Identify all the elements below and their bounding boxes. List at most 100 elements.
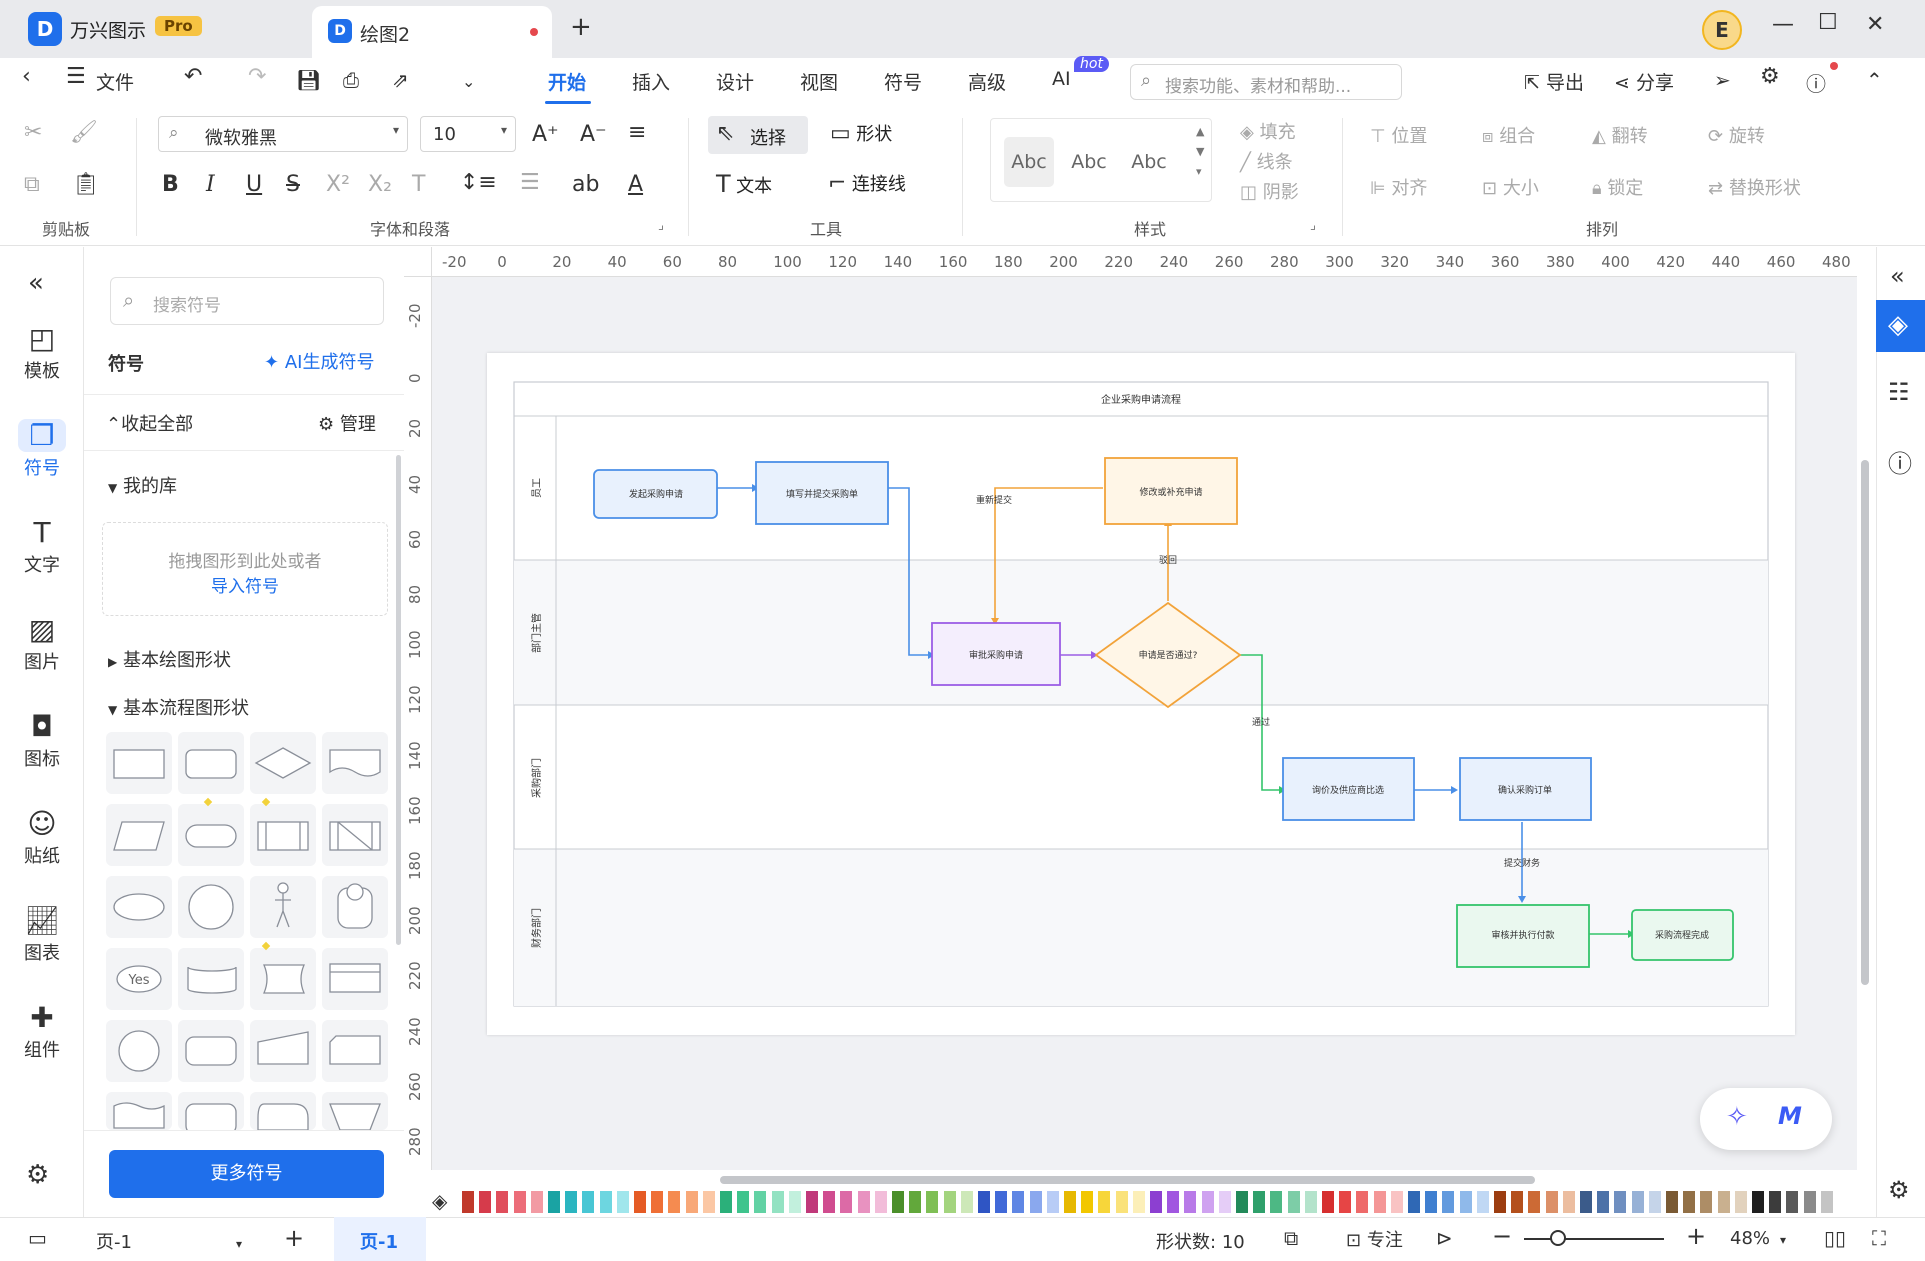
zoom-out-button[interactable]: − (1492, 1222, 1512, 1250)
basic-flow-section[interactable]: ▼ 基本流程图形状 (108, 694, 249, 720)
color-swatch[interactable] (840, 1191, 853, 1213)
rotate-button[interactable]: ⟳ 旋转 (1708, 122, 1765, 148)
text-highlight-icon[interactable]: ab (572, 172, 599, 197)
shadow-button[interactable]: ◫ 阴影 (1240, 178, 1299, 204)
color-swatch[interactable] (1734, 1191, 1747, 1213)
cut-icon[interactable]: ✂ (24, 120, 42, 145)
lock-button[interactable]: 🔒︎ 锁定 (1592, 174, 1643, 200)
stored-data-shape[interactable] (263, 964, 305, 994)
color-swatch[interactable] (1115, 1191, 1128, 1213)
style-sample[interactable]: Abc (1124, 137, 1174, 187)
color-swatch[interactable] (1511, 1191, 1524, 1213)
nav-item[interactable]: ❐ 符号 (0, 419, 84, 480)
my-library-section[interactable]: ▼ 我的库 (108, 472, 177, 498)
color-swatch[interactable] (874, 1191, 887, 1213)
color-swatch[interactable] (1322, 1191, 1334, 1213)
color-swatch[interactable] (1304, 1191, 1317, 1213)
color-swatch[interactable] (823, 1191, 836, 1213)
subscript-icon[interactable]: X₂ (368, 172, 392, 197)
collapse-ribbon-icon[interactable]: ⌃ (1866, 68, 1883, 92)
color-swatch[interactable] (1631, 1191, 1644, 1213)
color-swatch[interactable] (1218, 1191, 1231, 1213)
tab-ai[interactable]: AI (1052, 68, 1071, 90)
color-swatch[interactable] (737, 1191, 750, 1213)
color-swatch[interactable] (1700, 1191, 1713, 1213)
color-swatch[interactable] (1459, 1191, 1472, 1213)
page-selector[interactable]: 页-1 ▾ (96, 1228, 242, 1254)
nav-item[interactable]: 📈︎ 图表 (0, 904, 84, 965)
color-swatch[interactable] (1648, 1191, 1661, 1213)
color-swatch[interactable] (479, 1191, 492, 1213)
color-swatch[interactable] (1029, 1191, 1042, 1213)
group-button[interactable]: ⧈ 组合 (1482, 122, 1535, 148)
color-swatch[interactable] (806, 1191, 818, 1213)
color-swatch[interactable] (702, 1191, 715, 1213)
app-title[interactable]: 万兴图示 (70, 16, 146, 43)
paste-icon[interactable]: 📋︎ (72, 172, 100, 197)
color-swatch[interactable] (616, 1191, 629, 1213)
color-swatch[interactable] (513, 1191, 526, 1213)
color-swatch[interactable] (1064, 1191, 1076, 1213)
off-page-shape[interactable] (329, 1035, 381, 1065)
color-swatch[interactable] (1717, 1191, 1730, 1213)
edge-label[interactable]: 驳回 (1159, 555, 1177, 566)
color-swatch[interactable] (1683, 1191, 1696, 1213)
color-swatch[interactable] (1666, 1191, 1678, 1213)
color-swatch[interactable] (1167, 1191, 1180, 1213)
terminator-shape[interactable] (185, 824, 237, 848)
color-swatch[interactable] (582, 1191, 595, 1213)
font-size-select[interactable]: 10 ▾ (420, 116, 516, 152)
line-spacing-icon[interactable]: ↕≡ (460, 170, 497, 195)
color-swatch[interactable] (1270, 1191, 1283, 1213)
nav-item[interactable]: ▨ 图片 (0, 613, 84, 674)
redo-icon[interactable]: ↷ (248, 64, 266, 89)
font-color-icon[interactable]: A (628, 172, 643, 197)
back-icon[interactable]: ‹ (22, 64, 31, 89)
ai-generate-symbol-button[interactable]: ✦ AI生成符号 (264, 348, 374, 374)
underline-icon[interactable]: U (246, 172, 262, 197)
fill-button[interactable]: ◈ 填充 (1240, 118, 1296, 144)
align-button[interactable]: ⊫ 对齐 (1370, 174, 1427, 200)
line-button[interactable]: ╱ 线条 (1240, 148, 1293, 174)
color-swatch[interactable] (462, 1191, 474, 1213)
fit-page-icon[interactable]: ⛶ (1872, 1226, 1886, 1250)
color-swatch[interactable] (1081, 1191, 1094, 1213)
color-swatch[interactable] (1425, 1191, 1438, 1213)
edge-label[interactable]: 提交财务 (1504, 857, 1540, 869)
import-symbol-link[interactable]: 导入符号 (103, 572, 387, 597)
color-swatch[interactable] (496, 1191, 509, 1213)
print-icon[interactable]: ⎙ (343, 68, 359, 92)
nav-item[interactable]: ◰ 模板 (0, 322, 84, 383)
style-sample[interactable]: Abc (1004, 137, 1054, 187)
vertical-scrollbar[interactable] (1861, 460, 1869, 985)
save-icon[interactable]: 💾︎ (296, 68, 321, 92)
color-swatch[interactable] (978, 1191, 990, 1213)
panel-scrollbar[interactable] (396, 455, 401, 945)
card-shape[interactable] (329, 963, 381, 993)
gallery-scroll[interactable]: ▲ ▼ ▾ (1196, 122, 1204, 182)
share-button[interactable]: ⋖ 分享 (1614, 68, 1674, 95)
settings-icon[interactable]: ⚙ (1888, 1176, 1910, 1204)
lane-label-employee[interactable]: 员工 (531, 478, 543, 498)
position-button[interactable]: ⊤ 位置 (1370, 122, 1427, 148)
format-panel-button[interactable]: ◈ (1876, 300, 1925, 352)
color-swatch[interactable] (1442, 1191, 1455, 1213)
color-swatch[interactable] (1150, 1191, 1162, 1213)
circle-shape[interactable] (188, 884, 234, 930)
dialog-launcher-icon[interactable]: ⌟ (1310, 218, 1316, 233)
italic-icon[interactable]: I (206, 172, 215, 197)
color-swatch[interactable] (788, 1191, 801, 1213)
horizontal-scrollbar[interactable] (720, 1176, 1535, 1184)
color-swatch[interactable] (1786, 1191, 1799, 1213)
color-swatch[interactable] (1253, 1191, 1266, 1213)
minimize-button[interactable]: — (1772, 12, 1794, 37)
database-shape[interactable] (187, 966, 237, 994)
ellipse-shape[interactable] (113, 893, 165, 921)
color-swatch[interactable] (1769, 1191, 1782, 1213)
color-swatch[interactable] (1752, 1191, 1764, 1213)
color-swatch[interactable] (720, 1191, 732, 1213)
color-swatch[interactable] (634, 1191, 646, 1213)
direct-data-shape[interactable] (185, 1036, 237, 1066)
color-swatch[interactable] (892, 1191, 904, 1213)
color-swatch[interactable] (651, 1191, 664, 1213)
